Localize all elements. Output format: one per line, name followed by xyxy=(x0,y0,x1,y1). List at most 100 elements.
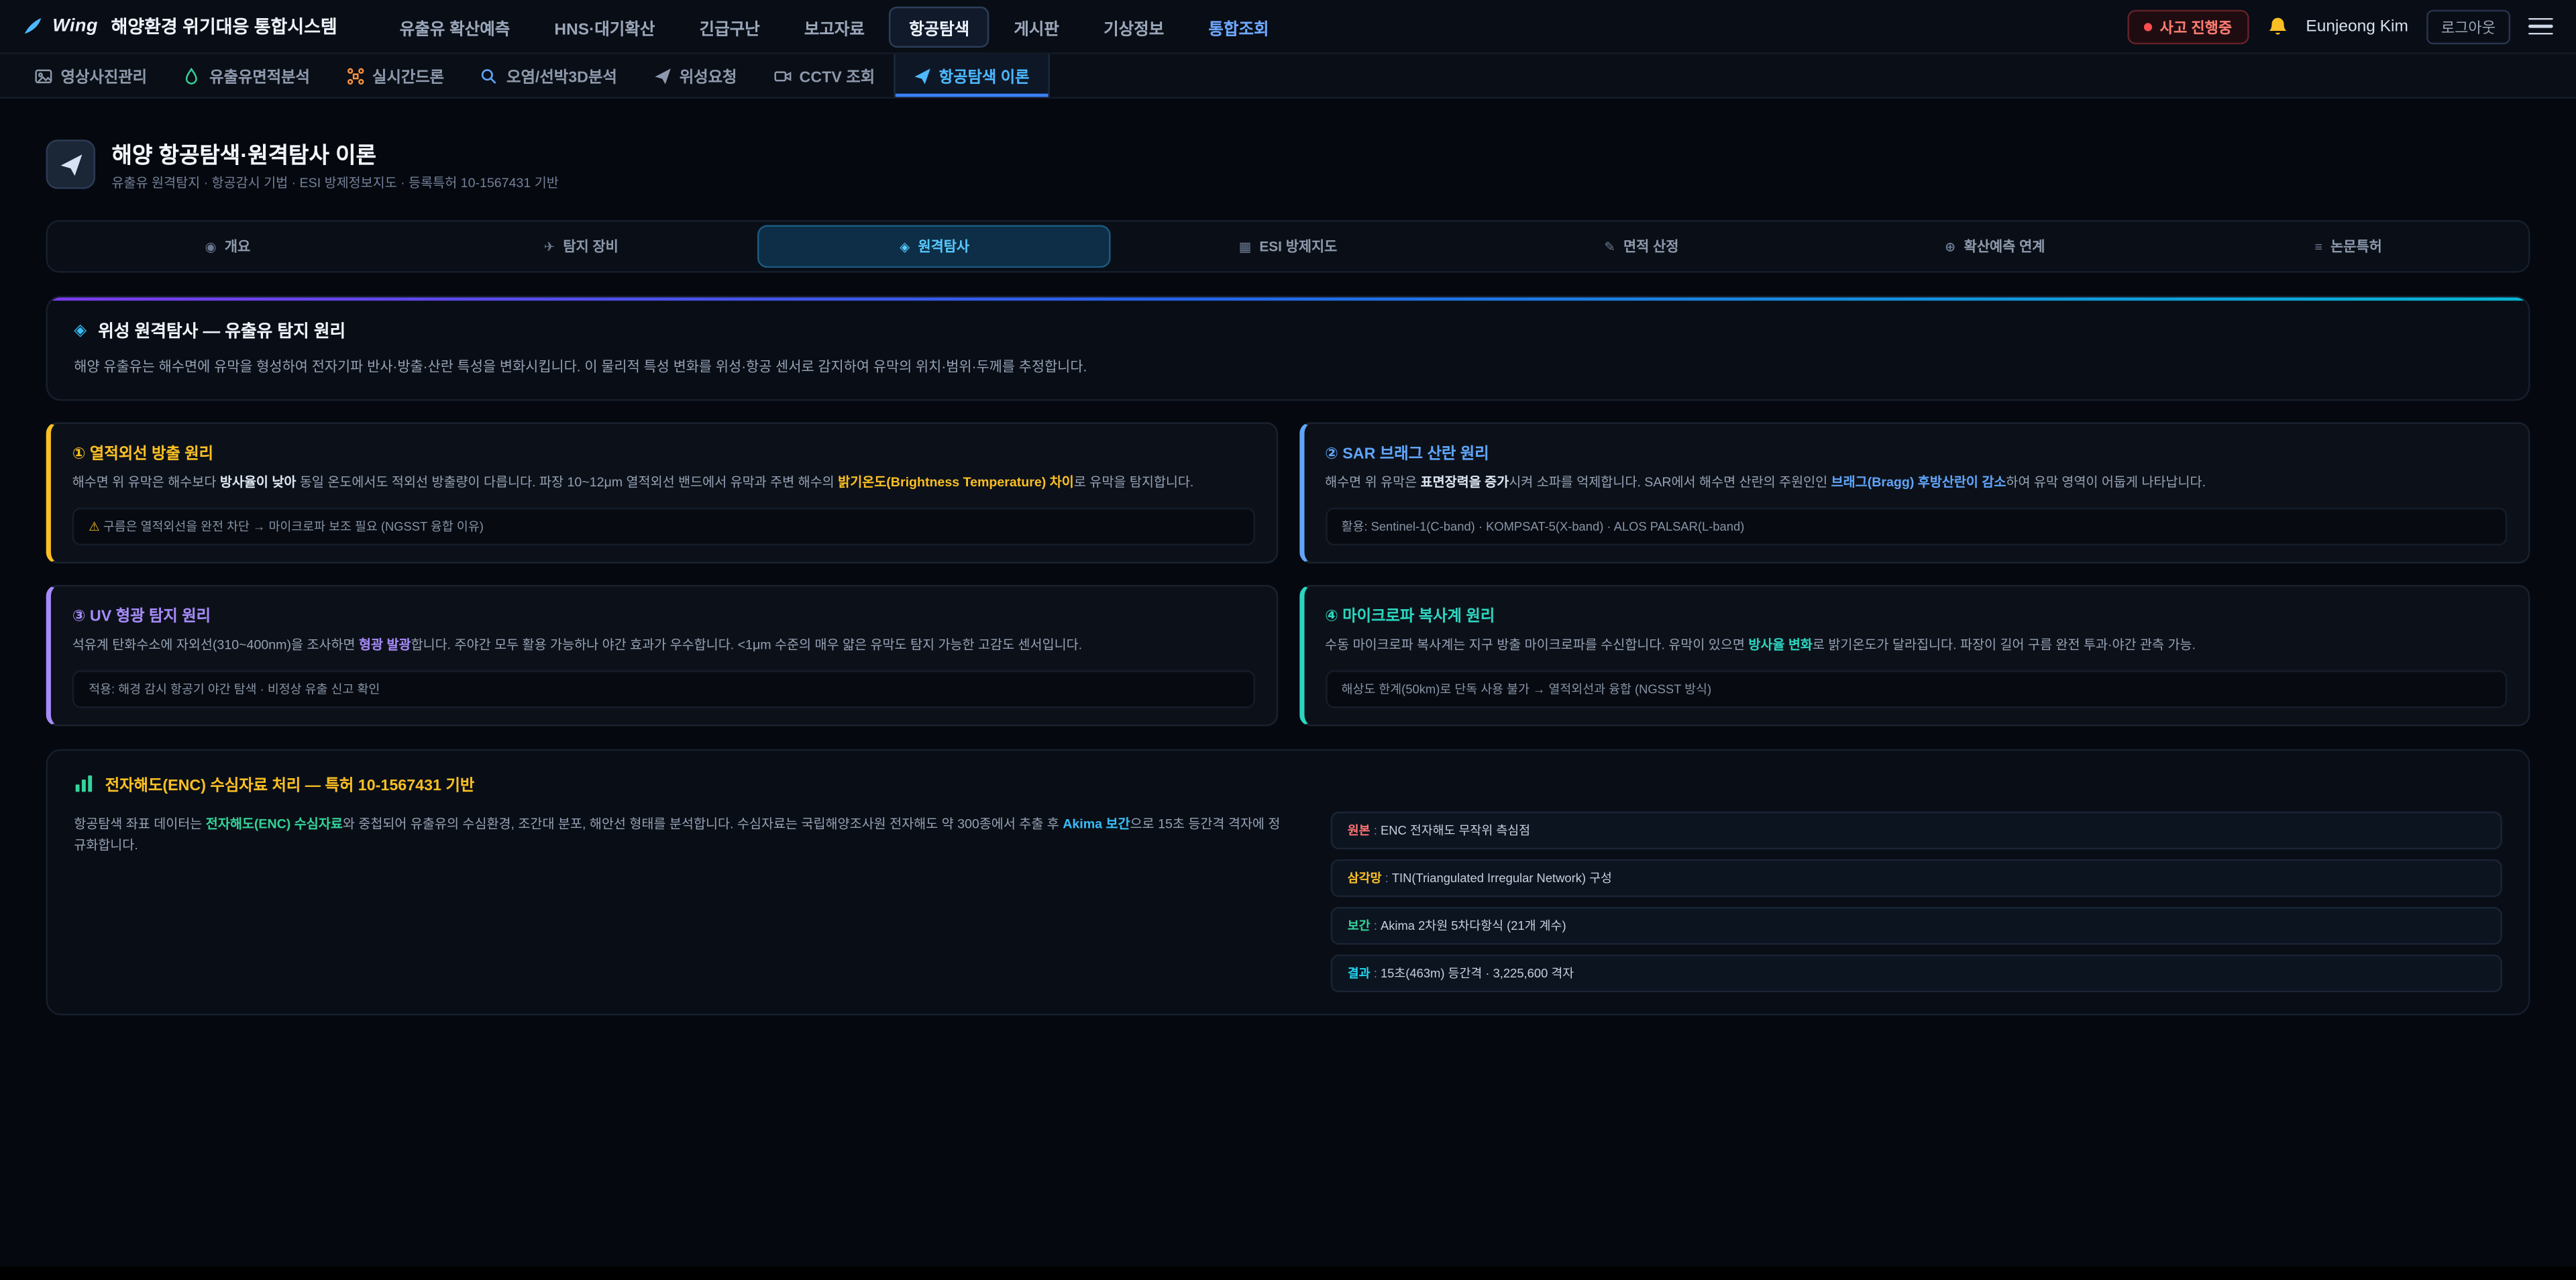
nav-item-integrated-search[interactable]: 통합조회 xyxy=(1189,6,1289,47)
topbar: Wing 해양환경 위기대응 통합시스템 유출유 확산예측 HNS·대기확산 긴… xyxy=(0,0,2576,54)
enc-step-source: 원본 : ENC 전자해도 무작위 측심점 xyxy=(1331,811,2502,849)
incident-status-badge: 사고 진행중 xyxy=(2127,9,2249,43)
tab-label: 탐지 장비 xyxy=(563,237,618,256)
enc-step-interpolation: 보간 : Akima 2차원 5차다항식 (21개 계수) xyxy=(1331,906,2502,944)
theory-page: 해양 항공탐색·원격탐사 이론 유출유 원격탐지 · 항공감시 기법 · ESI… xyxy=(0,136,2576,1015)
card-note: ⚠ 구름은 열적외선을 완전 차단 → 마이크로파 보조 필요 (NGSST 융… xyxy=(72,508,1254,545)
magnifier-icon xyxy=(480,66,498,85)
tab-overview[interactable]: ◉ 개요 xyxy=(51,225,405,268)
enc-step-separator: : xyxy=(1371,918,1381,932)
bottom-strip xyxy=(0,1267,2576,1280)
bar-chart-icon xyxy=(74,774,93,793)
enc-process-list: 원본 : ENC 전자해도 무작위 측심점 삼각망 : TIN(Triangul… xyxy=(1331,811,2502,992)
app-root: Wing 해양환경 위기대응 통합시스템 유출유 확산예측 HNS·대기확산 긴… xyxy=(0,0,2576,1280)
nav-item-board[interactable]: 게시판 xyxy=(994,6,1079,47)
card-note: 활용: Sentinel-1(C-band) · KOMPSAT-5(X-ban… xyxy=(1325,508,2507,545)
tab-esi-map[interactable]: ▦ESI 방제지도 xyxy=(1112,225,1465,268)
enc-step-label: 삼각망 xyxy=(1348,870,1382,885)
link-icon: ⊕ xyxy=(1945,239,1955,254)
subtab-pollution-ship-3d[interactable]: 오염/선박3D분석 xyxy=(462,54,635,97)
subtab-satellite-request[interactable]: 위성요청 xyxy=(635,54,755,97)
enc-bathymetry-panel: 전자해도(ENC) 수심자료 처리 — 특허 10-1567431 기반 항공탐… xyxy=(46,749,2530,1015)
subtab-label: 실시간드론 xyxy=(372,64,444,87)
card-note: 해상도 한계(50km)로 단독 사용 불가 → 열적외선과 융합 (NGSST… xyxy=(1325,670,2507,708)
tab-label: 원격탐사 xyxy=(918,237,969,256)
user-name: Eunjeong Kim xyxy=(2306,17,2408,36)
subtab-label: CCTV 조회 xyxy=(800,64,875,87)
subtab-image-photo-management[interactable]: 영상사진관리 xyxy=(16,54,165,97)
nav-item-emergency-rescue[interactable]: 긴급구난 xyxy=(680,6,780,47)
nav-item-weather-info[interactable]: 기상정보 xyxy=(1084,6,1184,47)
page-subtitle: 유출유 원격탐지 · 항공감시 기법 · ESI 방제정보지도 · 등록특허 1… xyxy=(112,174,559,193)
nav-item-oil-spill-prediction[interactable]: 유출유 확산예측 xyxy=(380,6,529,47)
subtab-label: 항공탐색 이론 xyxy=(939,64,1030,87)
subtab-oil-area-analysis[interactable]: 유출유면적분석 xyxy=(165,54,328,97)
remote-sensing-title-row: ◈ 위성 원격탐사 — 유출유 탐지 원리 xyxy=(74,319,2502,343)
notification-bell-icon[interactable] xyxy=(2267,15,2288,37)
wing-logo-icon xyxy=(23,16,42,36)
subtab-cctv-view[interactable]: CCTV 조회 xyxy=(755,54,893,97)
card-title: ② SAR 브래그 산란 원리 xyxy=(1325,441,2507,464)
enc-step-separator: : xyxy=(1371,965,1381,980)
tab-prediction-link[interactable]: ⊕ 확산예측 연계 xyxy=(1818,225,2171,268)
logo-text: Wing xyxy=(52,16,98,36)
nav-item-aerial-search[interactable]: 항공탐색 xyxy=(890,6,989,47)
enc-step-value: ENC 전자해도 무작위 측심점 xyxy=(1381,822,1530,837)
card-note: 적용: 해경 감시 항공기 야간 탐색 · 비정상 유출 신고 확인 xyxy=(72,670,1254,708)
aircraft-icon: ✈ xyxy=(544,239,555,254)
enc-step-value: 15초(463m) 등간격 · 3,225,600 격자 xyxy=(1381,965,1574,980)
nav-item-reports[interactable]: 보고자료 xyxy=(784,6,884,47)
theory-section-tabbar: ◉ 개요 ✈ 탐지 장비 ◈원격탐사 ▦ESI 방제지도 ✎면적 산정 ⊕ 확산예측 … xyxy=(46,220,2530,272)
page-title-block: 해양 항공탐색·원격탐사 이론 유출유 원격탐지 · 항공감시 기법 · ESI… xyxy=(112,136,559,192)
enc-step-label: 결과 xyxy=(1348,965,1371,980)
tab-area-calculation[interactable]: ✎면적 산정 xyxy=(1464,225,1818,268)
enc-description: 항공탐색 좌표 데이터는 전자해도(ENC) 수심자료와 중첩되어 유출유의 수… xyxy=(74,811,1291,856)
nav-item-hns-air-diffusion[interactable]: HNS·대기확산 xyxy=(535,6,675,47)
tab-label: 논문특허 xyxy=(2330,237,2382,256)
subtab-label: 유출유면적분석 xyxy=(209,64,310,87)
tab-label: 개요 xyxy=(225,237,250,256)
subtab-realtime-drone[interactable]: 실시간드론 xyxy=(328,54,462,97)
section-description: 해양 유출유는 해수면에 유막을 형성하여 전자기파 반사·방출·산란 특성을 … xyxy=(74,356,2502,378)
satellite-icon: ◈ xyxy=(74,322,87,340)
remote-sensing-panel: ◈ 위성 원격탐사 — 유출유 탐지 원리 해양 유출유는 해수면에 유막을 형… xyxy=(46,296,2530,401)
card-body: 석유계 탄화수소에 자외선(310~400nm)을 조사하면 형광 발광합니다.… xyxy=(72,636,1254,657)
main-nav: 유출유 확산예측 HNS·대기확산 긴급구난 보고자료 항공탐색 게시판 기상정… xyxy=(380,6,1289,47)
photo-icon xyxy=(34,66,52,85)
microwave-radiometer-card: ④ 마이크로파 복사계 원리 수동 마이크로파 복사계는 지구 방출 마이크로파… xyxy=(1299,585,2530,726)
section-title: 위성 원격탐사 — 유출유 탐지 원리 xyxy=(98,319,345,343)
paper-plane-icon xyxy=(912,66,930,85)
card-title: ④ 마이크로파 복사계 원리 xyxy=(1325,603,2507,626)
page-header: 해양 항공탐색·원격탐사 이론 유출유 원격탐지 · 항공감시 기법 · ESI… xyxy=(46,136,2530,192)
card-title: ③ UV 형광 탐지 원리 xyxy=(72,603,1254,626)
subtab-label: 오염/선박3D분석 xyxy=(506,64,617,87)
subtab-aerial-search-theory[interactable]: 항공탐색 이론 xyxy=(893,54,1049,97)
page-icon-box xyxy=(46,140,95,189)
subtab-label: 위성요청 xyxy=(680,64,737,87)
map-icon: ▦ xyxy=(1239,239,1252,254)
uv-fluorescence-card: ③ UV 형광 탐지 원리 석유계 탄화수소에 자외선(310~400nm)을 … xyxy=(46,585,1278,726)
logo[interactable]: Wing 해양환경 위기대응 통합시스템 xyxy=(23,13,337,40)
card-body: 해수면 위 유막은 해수보다 방사율이 낮아 동일 온도에서도 적외선 방출량이… xyxy=(72,474,1254,494)
aerial-search-subnav: 영상사진관리 유출유면적분석 실시간드론 오염/선박3D분석 위성요청 CCTV… xyxy=(0,54,2576,99)
logout-button[interactable]: 로그아웃 xyxy=(2426,9,2510,43)
tab-detection-equipment[interactable]: ✈ 탐지 장비 xyxy=(405,225,758,268)
principle-cards-grid: ① 열적외선 방출 원리 해수면 위 유막은 해수보다 방사율이 낮아 동일 온… xyxy=(46,423,2530,726)
enc-step-result: 결과 : 15초(463m) 등간격 · 3,225,600 격자 xyxy=(1331,954,2502,992)
paper-plane-icon xyxy=(58,152,83,177)
tab-label: 확산예측 연계 xyxy=(1964,237,2045,256)
enc-title-row: 전자해도(ENC) 수심자료 처리 — 특허 10-1567431 기반 xyxy=(74,771,2502,794)
menu-hamburger-icon[interactable] xyxy=(2528,17,2553,35)
incident-label: 사고 진행중 xyxy=(2160,15,2233,37)
tab-remote-sensing[interactable]: ◈원격탐사 xyxy=(758,225,1112,268)
tab-label: 면적 산정 xyxy=(1623,237,1678,256)
tab-papers-patents[interactable]: ≡논문특허 xyxy=(2171,225,2525,268)
incident-dot-icon xyxy=(2143,22,2151,30)
card-body: 해수면 위 유막은 표면장력을 증가시켜 소파를 억제합니다. SAR에서 해수… xyxy=(1325,474,2507,494)
enc-step-label: 보간 xyxy=(1348,918,1371,932)
enc-step-value: TIN(Triangulated Irregular Network) 구성 xyxy=(1392,870,1612,885)
page-title: 해양 항공탐색·원격탐사 이론 xyxy=(112,136,559,169)
overview-icon: ◉ xyxy=(205,239,217,254)
app-title: 해양환경 위기대응 통합시스템 xyxy=(111,13,337,40)
sar-bragg-card: ② SAR 브래그 산란 원리 해수면 위 유막은 표면장력을 증가시켜 소파를… xyxy=(1299,423,2530,564)
